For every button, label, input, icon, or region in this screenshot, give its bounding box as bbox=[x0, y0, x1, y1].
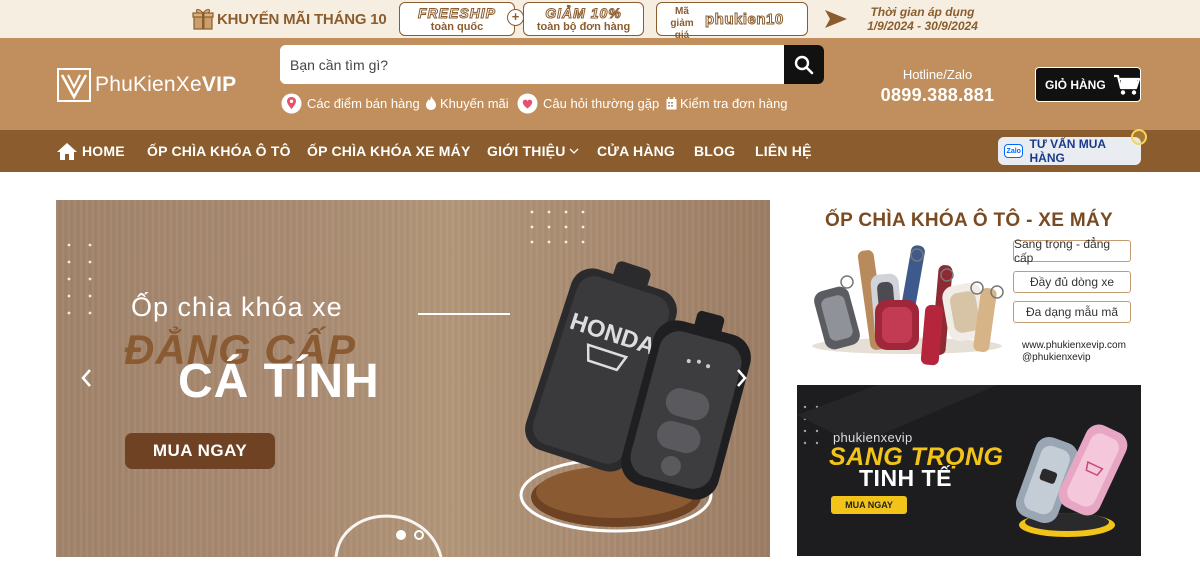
nav-item-store[interactable]: CỬA HÀNG bbox=[597, 130, 675, 172]
calendar-icon bbox=[666, 96, 677, 110]
search-icon bbox=[794, 55, 814, 74]
quick-link-faq[interactable]: Câu hỏi thường gặp bbox=[517, 92, 659, 114]
nav-item-car-key-covers[interactable]: ỐP CHÌA KHÓA Ô TÔ bbox=[147, 130, 291, 172]
arrow-right-icon bbox=[825, 10, 847, 28]
notification-ring-icon bbox=[1131, 129, 1147, 145]
discount-text: GIẢM 10% bbox=[545, 5, 622, 22]
promo-title: KHUYẾN MÃI THÁNG 10 bbox=[217, 11, 387, 28]
side-banner-key-covers[interactable]: ỐP CHÌA KHÓA Ô TÔ - XE MÁY Sang trọng - … bbox=[797, 200, 1141, 371]
quick-link-label: Kiểm tra đơn hàng bbox=[680, 95, 788, 111]
home-icon bbox=[57, 142, 77, 160]
nav-label: ỐP CHÌA KHÓA Ô TÔ bbox=[147, 143, 291, 159]
chevron-down-icon bbox=[569, 148, 578, 154]
discount-subtext: toàn bộ đơn hàng bbox=[536, 21, 631, 33]
quick-link-label: Câu hỏi thường gặp bbox=[543, 95, 660, 111]
map-pin-icon bbox=[281, 93, 302, 114]
hotline-label: Hotline/Zalo bbox=[902, 67, 973, 82]
site-header: PhuKienXeVIP Các điểm bán hàng Khuyến mã… bbox=[0, 38, 1200, 130]
promo-period-label: Thời gian áp dụng bbox=[870, 5, 975, 19]
banner1-tag: Sang trọng - đẳng cấp bbox=[1013, 237, 1131, 265]
nav-item-contact[interactable]: LIÊN HỆ bbox=[755, 130, 812, 172]
search-input[interactable] bbox=[280, 45, 784, 84]
hotline[interactable]: Hotline/Zalo 0899.388.881 bbox=[870, 67, 1005, 106]
banner1-website: www.phukienxevip.com bbox=[1022, 340, 1126, 351]
hotline-number: 0899.388.881 bbox=[880, 85, 995, 105]
logo-text: PhuKienXeVIP bbox=[95, 73, 236, 97]
slider-main-title: CÁ TÍNH bbox=[178, 355, 380, 408]
logo-mark-icon bbox=[57, 68, 91, 102]
slider-dots bbox=[396, 530, 432, 540]
slider-prev-button[interactable] bbox=[76, 366, 96, 390]
quick-link-order-check[interactable]: Kiểm tra đơn hàng bbox=[666, 92, 788, 114]
nav-item-home[interactable]: HOME bbox=[56, 130, 125, 172]
advise-button[interactable]: Zalo TƯ VẤN MUA HÀNG bbox=[998, 137, 1141, 165]
slider-dot[interactable] bbox=[396, 530, 406, 540]
search-button[interactable] bbox=[784, 45, 824, 84]
slider-cta-button[interactable]: MUA NGAY bbox=[125, 433, 275, 469]
banner2-title2: TINH TẾ bbox=[859, 465, 952, 491]
decor-dots: HONDA bbox=[67, 210, 751, 557]
cart-icon bbox=[1113, 74, 1140, 95]
nav-label: CỬA HÀNG bbox=[597, 143, 676, 159]
nav-label: BLOG bbox=[694, 143, 736, 159]
promo-period: Thời gian áp dụng 1/9/2024 - 30/9/2024 bbox=[855, 5, 990, 33]
promo-period-dates: 1/9/2024 - 30/9/2024 bbox=[867, 19, 978, 33]
nav-label: GIỚI THIỆU bbox=[487, 143, 566, 159]
promo-code-label: Mã giảm giá bbox=[670, 6, 694, 41]
freeship-text: FREESHIP bbox=[417, 5, 496, 22]
logo-text-bold: VIP bbox=[201, 73, 237, 96]
chevron-right-icon bbox=[737, 369, 747, 387]
quick-link-label: Các điểm bán hàng bbox=[307, 95, 420, 111]
banner1-contact: www.phukienxevip.com @phukienxevip bbox=[1022, 340, 1126, 364]
slider-dot[interactable] bbox=[414, 530, 424, 540]
slider-subtitle: Ốp chìa khóa xe bbox=[131, 292, 343, 322]
quick-link-stores[interactable]: Các điểm bán hàng bbox=[281, 92, 420, 114]
nav-item-motorbike-key-covers[interactable]: ỐP CHÌA KHÓA XE MÁY bbox=[307, 130, 471, 172]
slider-next-button[interactable] bbox=[732, 366, 752, 390]
plus-icon: + bbox=[507, 9, 524, 26]
cart-button[interactable]: GIỎ HÀNG bbox=[1035, 67, 1141, 102]
banner1-tag: Đa dạng mẫu mã bbox=[1013, 301, 1131, 323]
slider-divider bbox=[418, 313, 510, 315]
promo-code: phukien10 bbox=[705, 11, 784, 29]
freeship-subtext: toàn quốc bbox=[430, 21, 484, 33]
logo-text-plain: PhuKienXe bbox=[95, 73, 202, 96]
banner1-tag: Đầy đủ dòng xe bbox=[1013, 271, 1131, 293]
quick-link-label: Khuyến mãi bbox=[440, 95, 509, 111]
side-banner-elegant[interactable]: phukienxevip SANG TRỌNG TINH TẾ MUA NGAY bbox=[797, 385, 1141, 556]
promo-bar: KHUYẾN MÃI THÁNG 10 FREESHIP toàn quốc +… bbox=[0, 0, 1200, 41]
cart-label: GIỎ HÀNG bbox=[1045, 77, 1106, 92]
hero-slider: HONDA Ốp chìa khóa xe ĐẲNG CẤP CÁ TÍNH M… bbox=[56, 200, 770, 557]
banner1-handle: @phukienxevip bbox=[1022, 352, 1091, 363]
nav-label: ỐP CHÌA KHÓA XE MÁY bbox=[307, 143, 471, 159]
advise-label: TƯ VẤN MUA HÀNG bbox=[1029, 137, 1106, 165]
main-nav: HOME ỐP CHÌA KHÓA Ô TÔ ỐP CHÌA KHÓA XE M… bbox=[0, 130, 1200, 172]
heart-icon bbox=[517, 93, 538, 114]
gift-box-icon bbox=[192, 9, 214, 30]
chevron-left-icon bbox=[81, 369, 91, 387]
discount-badge: GIẢM 10% toàn bộ đơn hàng bbox=[523, 2, 644, 36]
nav-label: LIÊN HỆ bbox=[755, 143, 812, 159]
nav-item-blog[interactable]: BLOG bbox=[694, 130, 735, 172]
zalo-icon: Zalo bbox=[1004, 144, 1024, 158]
banner2-cta-button[interactable]: MUA NGAY bbox=[831, 496, 907, 514]
fire-icon bbox=[425, 96, 437, 110]
search-bar bbox=[280, 45, 824, 84]
quick-link-promotions[interactable]: Khuyến mãi bbox=[425, 92, 509, 114]
nav-item-about[interactable]: GIỚI THIỆU bbox=[487, 130, 579, 172]
nav-label: HOME bbox=[82, 143, 125, 159]
freeship-badge: FREESHIP toàn quốc bbox=[399, 2, 515, 36]
site-logo[interactable]: PhuKienXeVIP bbox=[57, 68, 236, 102]
promo-code-badge: Mã giảm giá phukien10 bbox=[656, 2, 808, 41]
